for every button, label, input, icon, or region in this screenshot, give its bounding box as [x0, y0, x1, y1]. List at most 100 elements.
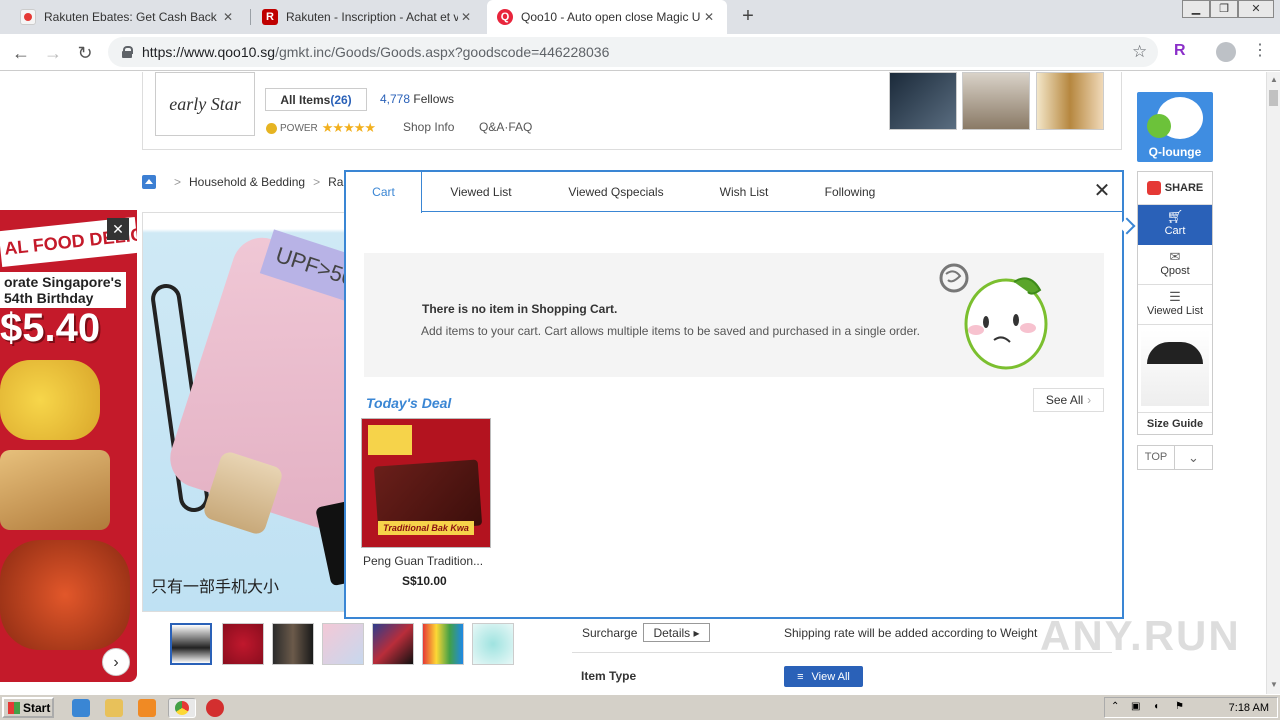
action-center-flag-icon[interactable]: ⚑ [1175, 701, 1184, 712]
product-main-image[interactable]: UPF>50 只有一部手机大小 [142, 212, 352, 612]
media-player-icon[interactable] [138, 699, 156, 717]
windows-taskbar: Start ⌃ ▣ ◖ ⚑ 7:18 AM [0, 694, 1280, 720]
list-document-icon: ☰ [1169, 289, 1181, 304]
new-tab-button[interactable]: + [738, 6, 758, 26]
todays-deal-heading: Today's Deal [366, 395, 452, 411]
gallery-thumb[interactable] [372, 623, 414, 665]
gallery-thumb[interactable] [422, 623, 464, 665]
shop-featured-thumb[interactable] [1036, 72, 1104, 130]
all-items-button[interactable]: All Items (26) [265, 88, 367, 111]
ad-subline-1: orate Singapore's [4, 274, 122, 290]
size-guide-button[interactable]: Size Guide [1138, 412, 1212, 434]
size-guide-image[interactable] [1141, 330, 1209, 406]
volume-icon[interactable]: ◖ [1153, 701, 1159, 712]
qa-faq-link[interactable]: Q&A·FAQ [479, 120, 532, 134]
tab-following[interactable]: Following [802, 172, 898, 212]
power-rating: POWER ★★★★★ [266, 120, 376, 136]
view-all-button[interactable]: ≡ View All [784, 666, 863, 687]
item-type-label: Item Type [581, 669, 637, 683]
see-all-button[interactable]: See All › [1033, 388, 1104, 412]
deal-product-image[interactable]: Traditional Bak Kwa [361, 418, 491, 548]
gallery-thumb[interactable] [222, 623, 264, 665]
ad-close-icon[interactable]: ✕ [107, 218, 129, 240]
share-button[interactable]: SHARE [1138, 172, 1212, 205]
network-icon[interactable]: ▣ [1131, 701, 1140, 712]
ad-food-image [0, 450, 110, 530]
q-lounge-button[interactable]: Q-lounge [1137, 92, 1213, 162]
alert-icon[interactable] [206, 699, 224, 717]
folder-icon[interactable] [105, 699, 123, 717]
rakuten-ebates-favicon [20, 9, 36, 25]
breadcrumb-item[interactable]: Household & Bedding [189, 175, 305, 189]
top-button[interactable]: TOP [1138, 446, 1176, 469]
scrollbar-thumb[interactable] [1269, 90, 1278, 106]
sidebar-cart-button[interactable]: 🛒︎ Cart [1138, 205, 1212, 245]
umbrella-image [1147, 342, 1203, 364]
tab-close-icon[interactable]: ✕ [701, 10, 717, 24]
gallery-thumb[interactable] [170, 623, 212, 665]
start-label: Start [23, 700, 51, 715]
scroll-up-arrow-icon[interactable]: ▲ [1270, 75, 1278, 84]
q-lounge-label: Q-lounge [1148, 145, 1202, 159]
internet-explorer-icon[interactable] [72, 699, 90, 717]
tab-close-icon[interactable]: ✕ [458, 10, 474, 24]
url-path: /gmkt.inc/Goods/Goods.aspx?goodscode=446… [275, 44, 610, 60]
minimize-button[interactable]: ▁ [1182, 0, 1210, 18]
tab-viewed-qspecials[interactable]: Viewed Qspecials [546, 172, 686, 212]
tab-title: Rakuten Ebates: Get Cash Back For [44, 10, 220, 24]
profile-avatar[interactable] [1216, 42, 1236, 62]
sidebar-qpost-button[interactable]: ✉ Qpost [1138, 245, 1212, 285]
chevron-right-icon: › [1087, 393, 1092, 407]
chrome-taskbar-button[interactable] [168, 698, 196, 718]
home-icon[interactable] [142, 175, 156, 189]
scroll-down-arrow-icon[interactable]: ▼ [1270, 680, 1278, 689]
details-button[interactable]: Details ▸ [643, 623, 710, 642]
address-bar[interactable]: https://www.qoo10.sg/gmkt.inc/Goods/Good… [108, 37, 1158, 67]
breadcrumb-separator: > [313, 175, 321, 189]
tab-title: Rakuten - Inscription - Achat et vent [286, 10, 458, 24]
deal-image-tag: Traditional Bak Kwa [378, 521, 474, 535]
chevron-down-icon[interactable]: ⌄ [1175, 446, 1212, 469]
deal-product-name[interactable]: Peng Guan Tradition... [363, 554, 483, 568]
tab-rakuten-inscription[interactable]: R Rakuten - Inscription - Achat et vent … [252, 0, 484, 34]
qoo10-favicon: Q [497, 9, 513, 25]
start-button[interactable]: Start [2, 697, 54, 718]
shop-info-link[interactable]: Shop Info [403, 120, 454, 134]
empty-cart-description: Add items to your cart. Cart allows mult… [421, 324, 920, 338]
tab-close-icon[interactable]: ✕ [220, 10, 236, 24]
ad-next-arrow-icon[interactable]: › [102, 648, 130, 676]
page-scrollbar[interactable]: ▲ ▼ [1266, 72, 1280, 694]
tab-wish-list[interactable]: Wish List [696, 172, 792, 212]
shop-logo[interactable]: early Star [155, 72, 255, 136]
bookmark-star-icon[interactable]: ☆ [1132, 42, 1147, 62]
gallery-thumb[interactable] [472, 623, 514, 665]
url-host: https://www.qoo10.sg [142, 44, 276, 60]
back-arrow-icon[interactable]: ← [8, 40, 34, 66]
side-ad-banner[interactable]: AL FOOD DELIGHTS orate Singapore's54th B… [0, 210, 137, 682]
kebab-menu-icon[interactable]: ⋮ [1252, 40, 1268, 60]
sidebar-viewed-list-button[interactable]: ☰ Viewed List [1138, 285, 1212, 325]
panel-close-icon[interactable]: ✕ [1091, 180, 1113, 202]
reload-icon[interactable]: ↻ [72, 40, 98, 66]
forward-arrow-icon[interactable]: → [40, 40, 66, 66]
restore-button[interactable]: ❐ [1210, 0, 1238, 18]
tab-viewed-list[interactable]: Viewed List [426, 172, 536, 212]
empty-cart-title: There is no item in Shopping Cart. [422, 302, 618, 316]
all-items-count: (26) [330, 92, 352, 107]
rakuten-extension-icon[interactable]: R [1174, 42, 1186, 60]
system-tray: ⌃ ▣ ◖ ⚑ 7:18 AM [1104, 697, 1278, 718]
gallery-thumb[interactable] [272, 623, 314, 665]
shipping-note: Shipping rate will be added according to… [784, 626, 1038, 640]
clock[interactable]: 7:18 AM [1229, 702, 1269, 714]
shop-featured-thumb[interactable] [889, 72, 957, 130]
gallery-thumb[interactable] [322, 623, 364, 665]
close-window-button[interactable]: ✕ [1238, 0, 1274, 18]
shop-featured-thumb[interactable] [962, 72, 1030, 130]
tab-rakuten-ebates[interactable]: Rakuten Ebates: Get Cash Back For ✕ [10, 0, 246, 34]
deal-badge [368, 425, 412, 455]
windows-logo-icon [8, 701, 20, 714]
fellows-count[interactable]: 4,778 Fellows [380, 92, 454, 106]
tab-cart[interactable]: Cart [346, 172, 422, 213]
tray-expand-icon[interactable]: ⌃ [1111, 701, 1119, 712]
tab-qoo10[interactable]: Q Qoo10 - Auto open close Magic Umb ✕ [487, 0, 727, 34]
